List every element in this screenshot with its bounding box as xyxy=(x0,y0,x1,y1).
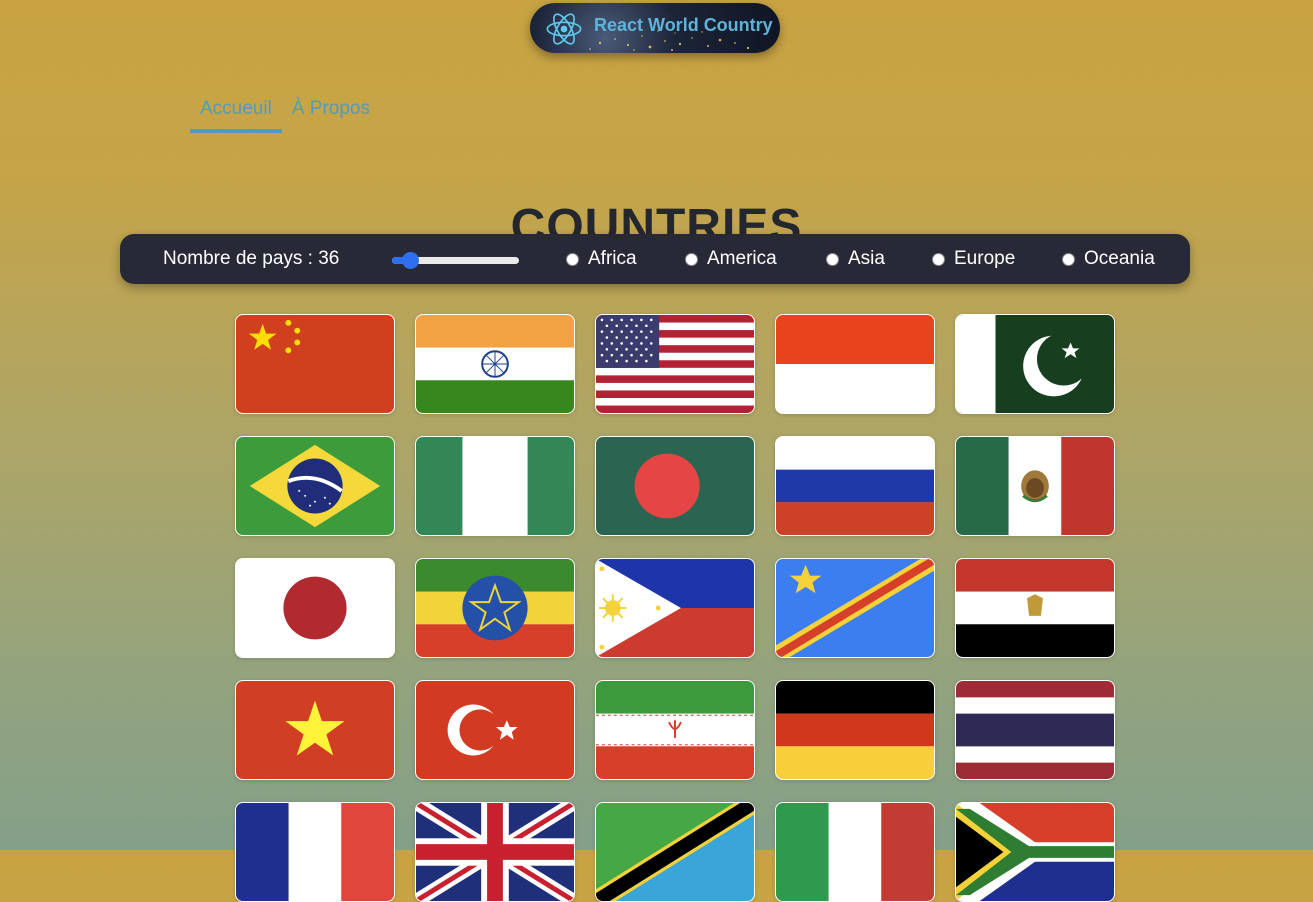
bangladesh-flag xyxy=(596,437,754,535)
vietnam-flag xyxy=(236,681,394,779)
country-grid xyxy=(235,314,1115,902)
radio-america[interactable] xyxy=(685,252,698,266)
country-card[interactable] xyxy=(235,436,395,536)
country-card[interactable] xyxy=(235,802,395,902)
region-option-oceania[interactable]: Oceania xyxy=(1062,248,1155,270)
country-card[interactable] xyxy=(775,558,935,658)
country-card[interactable] xyxy=(955,802,1115,902)
philippines-flag xyxy=(596,559,754,657)
react-icon xyxy=(546,13,582,45)
country-card[interactable] xyxy=(235,558,395,658)
region-option-america[interactable]: America xyxy=(685,248,777,270)
country-card[interactable] xyxy=(415,436,575,536)
country-card[interactable] xyxy=(955,314,1115,414)
country-card[interactable] xyxy=(595,314,755,414)
thailand-flag xyxy=(956,681,1114,779)
region-label-america: America xyxy=(707,248,777,269)
region-label-oceania: Oceania xyxy=(1084,248,1155,269)
filter-bar: Nombre de pays : 36 Africa America Asia … xyxy=(120,234,1190,284)
iran-flag xyxy=(596,681,754,779)
app-logo[interactable]: React World Country xyxy=(530,3,780,53)
pakistan-flag xyxy=(956,315,1114,413)
country-card[interactable] xyxy=(775,436,935,536)
app-title: React World Country xyxy=(594,15,773,35)
dr-congo-flag xyxy=(776,559,934,657)
ethiopia-flag xyxy=(416,559,574,657)
china-flag xyxy=(236,315,394,413)
italy-flag xyxy=(776,803,934,901)
country-card[interactable] xyxy=(775,802,935,902)
country-card[interactable] xyxy=(955,436,1115,536)
mexico-flag xyxy=(956,437,1114,535)
region-label-asia: Asia xyxy=(848,248,885,269)
country-card[interactable] xyxy=(595,802,755,902)
country-card[interactable] xyxy=(955,558,1115,658)
tanzania-flag xyxy=(596,803,754,901)
turkey-flag xyxy=(416,681,574,779)
egypt-flag xyxy=(956,559,1114,657)
country-card[interactable] xyxy=(775,314,935,414)
radio-oceania[interactable] xyxy=(1062,252,1075,266)
radio-europe[interactable] xyxy=(932,252,945,266)
country-card[interactable] xyxy=(415,558,575,658)
region-label-africa: Africa xyxy=(588,248,637,269)
uk-flag xyxy=(416,803,574,901)
japan-flag xyxy=(236,559,394,657)
country-card[interactable] xyxy=(235,314,395,414)
main-nav: Accueuil À Propos xyxy=(190,95,380,133)
radio-africa[interactable] xyxy=(566,252,579,266)
country-card[interactable] xyxy=(595,436,755,536)
country-count-slider[interactable] xyxy=(392,252,519,269)
region-label-europe: Europe xyxy=(954,248,1016,269)
usa-flag xyxy=(596,315,754,413)
country-card[interactable] xyxy=(235,680,395,780)
country-count-label: Nombre de pays : 36 xyxy=(163,248,340,269)
brazil-flag xyxy=(236,437,394,535)
nigeria-flag xyxy=(416,437,574,535)
tab-accueuil[interactable]: Accueuil xyxy=(190,95,282,133)
country-card[interactable] xyxy=(415,314,575,414)
france-flag xyxy=(236,803,394,901)
country-card[interactable] xyxy=(415,802,575,902)
india-flag xyxy=(416,315,574,413)
country-card[interactable] xyxy=(595,680,755,780)
germany-flag xyxy=(776,681,934,779)
slider-thumb[interactable] xyxy=(401,252,419,269)
radio-asia[interactable] xyxy=(826,252,839,266)
russia-flag xyxy=(776,437,934,535)
south-africa-flag xyxy=(956,803,1114,901)
region-option-africa[interactable]: Africa xyxy=(566,248,637,270)
region-option-asia[interactable]: Asia xyxy=(826,248,885,270)
country-card[interactable] xyxy=(775,680,935,780)
tab-a-propos[interactable]: À Propos xyxy=(282,95,380,133)
region-option-europe[interactable]: Europe xyxy=(932,248,1015,270)
country-card[interactable] xyxy=(955,680,1115,780)
country-card[interactable] xyxy=(595,558,755,658)
country-card[interactable] xyxy=(415,680,575,780)
indonesia-flag xyxy=(776,315,934,413)
